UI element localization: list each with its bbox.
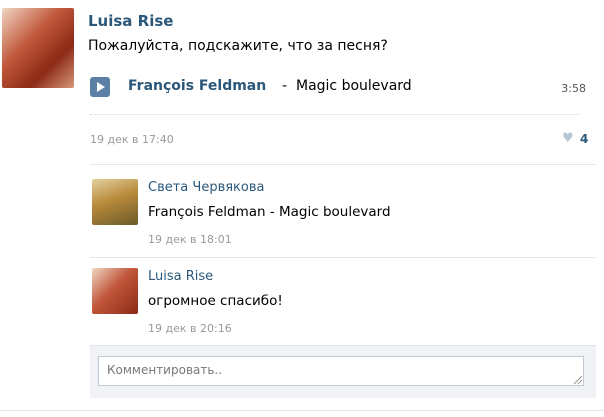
comment-date[interactable]: 19 дек в 18:01 — [148, 233, 232, 246]
comment-form: Комментировать.. — [90, 345, 596, 398]
heart-icon: ♥ — [562, 131, 574, 146]
divider — [0, 410, 604, 411]
comment-author[interactable]: Luisa Rise — [148, 269, 213, 284]
comment-input[interactable]: Комментировать.. — [98, 356, 584, 386]
play-icon[interactable] — [90, 77, 110, 97]
post-author-name[interactable]: Luisa Rise — [88, 12, 173, 30]
audio-attachment: François Feldman - Magic boulevard 3:58 — [90, 76, 590, 98]
post-author-avatar[interactable] — [2, 8, 74, 88]
divider — [90, 257, 596, 258]
audio-duration: 3:58 — [561, 82, 586, 95]
comment-text: огромное спасибо! — [148, 293, 283, 309]
audio-title: Magic boulevard — [296, 78, 412, 94]
audio-progress-line[interactable] — [90, 114, 580, 115]
like-count: 4 — [580, 132, 589, 146]
comment-text: François Feldman - Magic boulevard — [148, 204, 391, 220]
audio-separator: - — [282, 78, 288, 94]
post-text: Пожалуйста, подскажите, что за песня? — [88, 38, 388, 54]
audio-artist[interactable]: François Feldman — [128, 78, 266, 94]
divider — [90, 164, 596, 165]
comment-avatar[interactable] — [92, 179, 138, 225]
comment-avatar[interactable] — [92, 268, 138, 314]
resize-handle-icon[interactable] — [574, 376, 582, 384]
comment-author[interactable]: Света Червякова — [148, 180, 265, 195]
comment-date[interactable]: 19 дек в 20:16 — [148, 322, 232, 335]
post-date[interactable]: 19 дек в 17:40 — [90, 133, 174, 146]
